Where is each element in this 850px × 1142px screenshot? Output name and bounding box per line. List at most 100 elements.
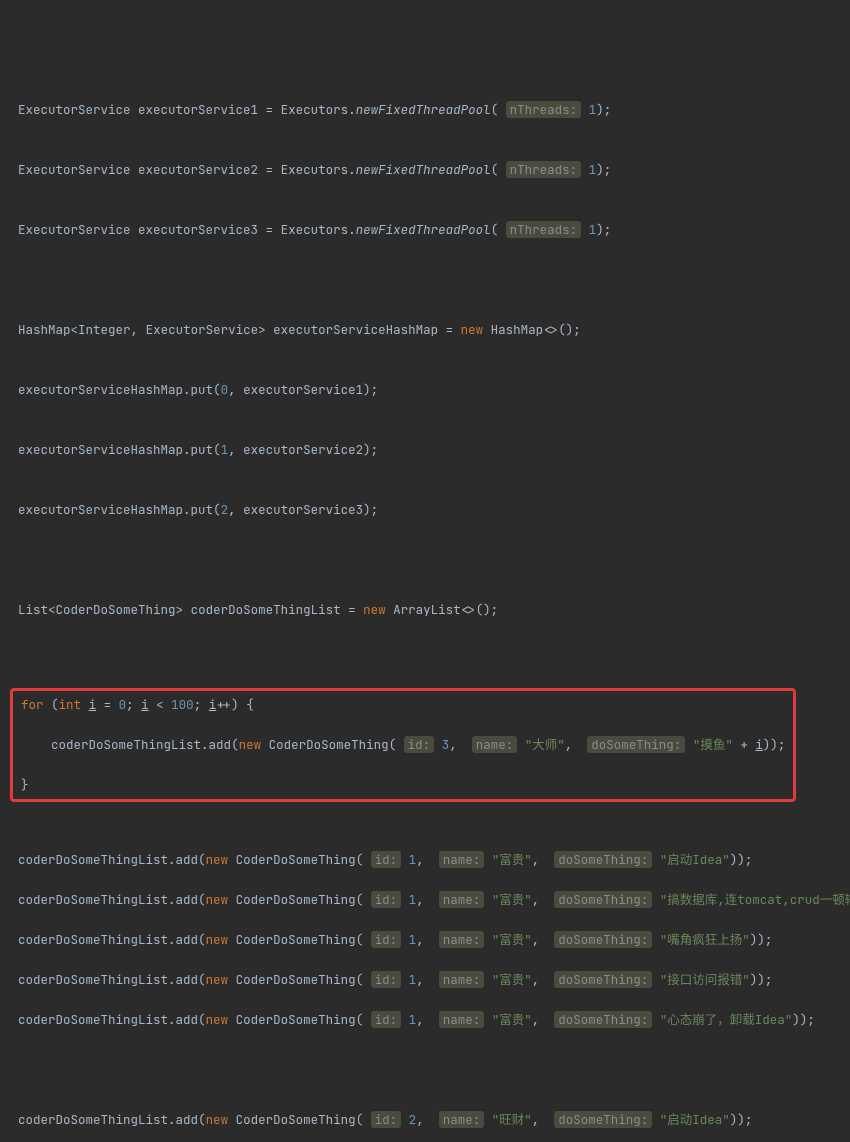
lparen: ( (198, 1011, 206, 1028)
rparen: ) (792, 1011, 800, 1028)
rparen: ) (363, 501, 371, 518)
rparen: ) (730, 851, 738, 868)
code-line[interactable]: executorServiceHashMap.put(1, executorSe… (18, 440, 832, 460)
var-name: executorService1 (138, 101, 258, 118)
string-literal: "启动Idea" (660, 851, 730, 868)
rparen: ) (596, 221, 604, 238)
param-hint-id: id: (371, 971, 402, 988)
number-literal: 2 (409, 1111, 417, 1128)
number-literal: 1 (409, 971, 417, 988)
code-line[interactable]: executorServiceHashMap.put(2, executorSe… (18, 500, 832, 520)
type-name: CoderDoSomeThing (236, 931, 356, 948)
code-line[interactable]: coderDoSomeThingList.add(new CoderDoSome… (18, 1010, 832, 1030)
dot: . (183, 381, 191, 398)
blank-line[interactable] (18, 540, 832, 560)
lparen: ( (491, 161, 499, 178)
dot: . (168, 931, 176, 948)
assign: = (341, 601, 364, 618)
type-name: CoderDoSomeThing (236, 851, 356, 868)
method-name: newFixedThreadPool (356, 161, 491, 178)
var-name: executorService3 (138, 221, 258, 238)
keyword-for: for (21, 696, 44, 713)
number-literal: 3 (442, 736, 450, 753)
var-name: coderDoSomeThingList (18, 891, 168, 908)
code-line[interactable]: coderDoSomeThingList.add(new CoderDoSome… (21, 735, 785, 755)
param-hint-dosomething: doSomeThing: (554, 1011, 652, 1028)
lparen: ( (198, 851, 206, 868)
rparen: ) (750, 931, 758, 948)
param-hint: nThreads: (506, 101, 582, 118)
var-name: executorServiceHashMap (18, 441, 183, 458)
string-literal: "富贵" (492, 891, 532, 908)
lbrace: { (246, 696, 254, 713)
code-line[interactable]: coderDoSomeThingList.add(new CoderDoSome… (18, 890, 832, 910)
type-name: ArrayList (393, 601, 461, 618)
type-name: CoderDoSomeThing (236, 891, 356, 908)
string-literal: "接口访问报错" (660, 971, 750, 988)
code-line[interactable]: ExecutorService executorService3 = Execu… (18, 220, 832, 240)
dot: . (168, 891, 176, 908)
dot: . (168, 1011, 176, 1028)
lt: < (48, 601, 56, 618)
gt: > (258, 321, 266, 338)
method-name: add (176, 1011, 199, 1028)
method-name: newFixedThreadPool (356, 101, 491, 118)
code-line[interactable]: ExecutorService executorService2 = Execu… (18, 160, 832, 180)
code-line[interactable]: List<CoderDoSomeThing> coderDoSomeThingL… (18, 600, 832, 620)
number-literal: 1 (409, 851, 417, 868)
dot: . (348, 221, 356, 238)
blank-line[interactable] (18, 1050, 832, 1070)
code-line[interactable]: HashMap<Integer, ExecutorService> execut… (18, 320, 832, 340)
param-hint-id: id: (371, 931, 402, 948)
param-hint-id: id: (404, 736, 435, 753)
type-name: HashMap (18, 321, 71, 338)
method-name: add (176, 851, 199, 868)
space (183, 601, 191, 618)
rparen: ) (750, 971, 758, 988)
blank-line[interactable] (18, 260, 832, 280)
keyword-new: new (206, 1111, 229, 1128)
rparen: ) (596, 161, 604, 178)
plus: + (733, 736, 756, 753)
code-line[interactable]: for (int i = 0; i < 100; i++) { (21, 695, 785, 715)
keyword-new: new (206, 1011, 229, 1028)
method-name: add (176, 931, 199, 948)
lparen: ( (356, 1111, 364, 1128)
rparen: ) (737, 851, 745, 868)
comma: , (228, 441, 243, 458)
semicolon: ; (371, 381, 379, 398)
comma: , (228, 501, 243, 518)
param-hint-dosomething: doSomeThing: (554, 1111, 652, 1128)
lparen: ( (491, 221, 499, 238)
rparen: ) (800, 1011, 808, 1028)
space (131, 161, 139, 178)
rparen: ) (757, 971, 765, 988)
semicolon: ; (807, 1011, 815, 1028)
method-name: newFixedThreadPool (356, 221, 491, 238)
code-line[interactable]: } (21, 775, 785, 795)
space (266, 321, 274, 338)
semicolon: ; (778, 736, 786, 753)
type-name: HashMap (491, 321, 544, 338)
string-literal: "富贵" (492, 971, 532, 988)
number-literal: 1 (409, 1011, 417, 1028)
semicolon: ; (765, 931, 773, 948)
code-line[interactable]: executorServiceHashMap.put(0, executorSe… (18, 380, 832, 400)
keyword-int: int (59, 696, 82, 713)
code-line[interactable]: coderDoSomeThingList.add(new CoderDoSome… (18, 1110, 832, 1130)
lparen: ( (198, 971, 206, 988)
code-line[interactable]: ExecutorService executorService1 = Execu… (18, 100, 832, 120)
code-line[interactable]: coderDoSomeThingList.add(new CoderDoSome… (18, 930, 832, 950)
semicolon: ; (604, 101, 612, 118)
type-name: CoderDoSomeThing (236, 971, 356, 988)
code-line[interactable]: coderDoSomeThingList.add(new CoderDoSome… (18, 850, 832, 870)
lparen: ( (356, 971, 364, 988)
string-literal: "嘴角疯狂上扬" (660, 931, 750, 948)
lparen: ( (356, 1011, 364, 1028)
lparen: ( (51, 696, 59, 713)
code-line[interactable]: coderDoSomeThingList.add(new CoderDoSome… (18, 970, 832, 990)
param-hint-dosomething: doSomeThing: (554, 851, 652, 868)
method-name: add (176, 1111, 199, 1128)
method-name: put (191, 441, 214, 458)
rbrace: } (21, 776, 29, 793)
